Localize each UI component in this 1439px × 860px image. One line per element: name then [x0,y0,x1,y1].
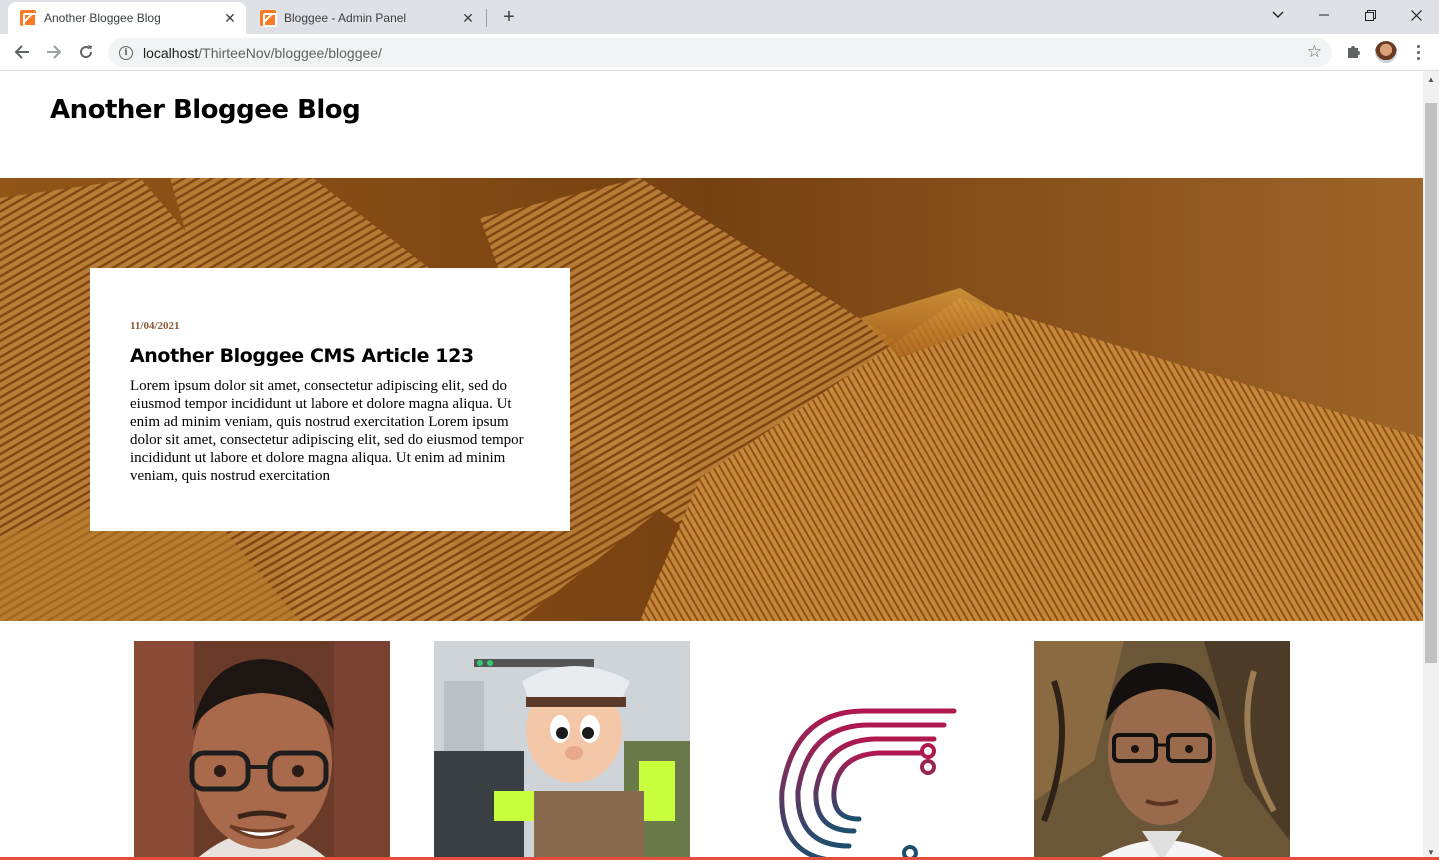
reload-icon[interactable] [72,38,100,66]
article-thumbnails [0,641,1423,860]
thumbnail-smiling-man[interactable] [134,641,390,860]
address-bar[interactable]: i localhost/ThirteeNov/bloggee/bloggee/ … [108,38,1332,67]
page-scrollbar[interactable]: ▲ ▼ [1423,71,1439,860]
restore-button[interactable] [1347,0,1393,30]
xampp-favicon-icon [20,10,37,27]
url-text: localhost/ThirteeNov/bloggee/bloggee/ [143,44,382,61]
scroll-up-arrow-icon[interactable]: ▲ [1423,71,1439,87]
extensions-puzzle-icon[interactable] [1344,41,1364,61]
article-excerpt: Lorem ipsum dolor sit amet, consectetur … [130,378,524,484]
tab-title: Bloggee - Admin Panel [284,11,407,25]
featured-article-card[interactable]: 11/04/2021 Another Bloggee CMS Article 1… [90,268,570,531]
page-viewport: Another Bloggee Blog 11/04/2021 Another … [0,71,1423,860]
site-info-icon[interactable]: i [119,45,133,60]
thumbnail-man-portrait[interactable] [1034,641,1290,860]
close-tab-icon[interactable]: ✕ [222,10,238,26]
tab-divider [486,9,487,27]
tab-search-chevron-down-icon[interactable] [1255,0,1301,30]
site-title[interactable]: Another Bloggee Blog [50,95,361,125]
back-arrow-icon[interactable] [8,38,36,66]
forward-arrow-icon[interactable] [40,38,68,66]
article-date: 11/04/2021 [130,320,180,332]
close-tab-icon[interactable]: ✕ [460,10,476,26]
thumbnail-c-circuit-logo[interactable] [734,641,990,860]
tab-bloggee-admin-panel[interactable]: Bloggee - Admin Panel ✕ [248,2,484,34]
chrome-menu-icon[interactable] [1410,41,1426,63]
new-tab-button[interactable]: + [497,5,521,29]
tab-title: Another Bloggee Blog [44,11,161,25]
profile-avatar[interactable] [1375,41,1397,63]
minimize-button[interactable] [1301,0,1347,30]
xampp-favicon-icon [260,10,277,27]
tab-another-bloggee-blog[interactable]: Another Bloggee Blog ✕ [8,2,246,34]
article-title[interactable]: Another Bloggee CMS Article 123 [130,345,530,367]
close-window-button[interactable] [1393,0,1439,30]
bookmark-star-icon[interactable]: ☆ [1307,43,1322,61]
browser-toolbar: i localhost/ThirteeNov/bloggee/bloggee/ … [0,34,1439,71]
tab-strip: Another Bloggee Blog ✕ Bloggee - Admin P… [0,0,1439,34]
scrollbar-thumb[interactable] [1425,103,1437,663]
thumbnail-police-mascot[interactable] [434,641,690,860]
